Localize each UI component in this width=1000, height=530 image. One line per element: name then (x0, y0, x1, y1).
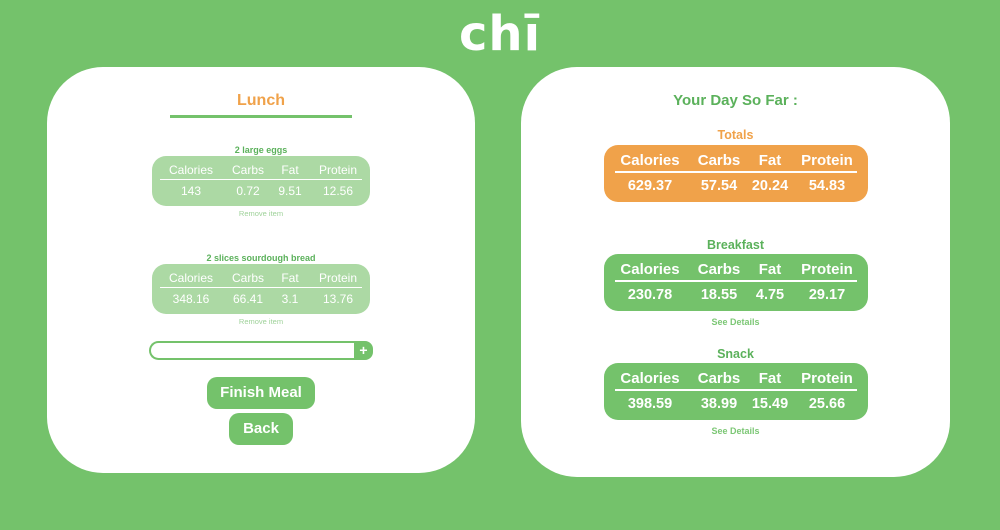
carbs-header: Carbs (231, 271, 264, 285)
protein-header: Protein (318, 163, 358, 177)
app-logo: chī (458, 6, 542, 62)
fat-value: 20.24 (751, 178, 789, 194)
carbs-header: Carbs (231, 163, 264, 177)
finish-meal-button[interactable]: Finish Meal (207, 377, 315, 409)
header-divider (615, 280, 857, 282)
carbs-value: 38.99 (700, 396, 738, 412)
nutrient-header-row: Calories Carbs Fat Protein (610, 261, 862, 278)
protein-header: Protein (318, 271, 358, 285)
calories-header: Calories (620, 370, 680, 387)
nutrient-header-row: Calories Carbs Fat Protein (610, 152, 862, 169)
remove-item-link[interactable]: Remove item (47, 317, 475, 326)
calories-header: Calories (620, 261, 680, 278)
fat-header: Fat (281, 163, 299, 177)
calories-value: 230.78 (627, 287, 673, 303)
carbs-header: Carbs (697, 152, 741, 169)
back-button[interactable]: Back (229, 413, 293, 445)
fat-header: Fat (758, 261, 782, 278)
summary-card-snack: Calories Carbs Fat Protein 398.59 38.99 … (604, 363, 868, 420)
protein-value: 13.76 (322, 292, 354, 306)
carbs-value: 18.55 (700, 287, 738, 303)
fat-value: 15.49 (751, 396, 789, 412)
meal-panel: Lunch 2 large eggs Calories Carbs Fat Pr… (47, 67, 475, 473)
remove-item-link[interactable]: Remove item (47, 209, 475, 218)
summary-title-snack: Snack (717, 347, 754, 361)
header-divider (160, 287, 362, 288)
day-summary-panel: Your Day So Far : Totals Calories Carbs … (521, 67, 950, 477)
nutrient-values-row: 143 0.72 9.51 12.56 (156, 184, 366, 198)
protein-value: 54.83 (808, 178, 846, 194)
calories-header: Calories (168, 271, 213, 285)
fat-header: Fat (281, 271, 299, 285)
calories-value: 143 (180, 184, 202, 198)
add-food-button[interactable]: + (354, 341, 373, 360)
calories-value: 398.59 (627, 396, 673, 412)
meal-title: Lunch (170, 92, 352, 118)
protein-header: Protein (801, 370, 853, 387)
carbs-value: 0.72 (236, 184, 260, 198)
see-details-link-breakfast[interactable]: See Details (521, 317, 950, 327)
fat-value: 4.75 (755, 287, 785, 303)
food-item-card: Calories Carbs Fat Protein 143 0.72 9.51… (152, 156, 370, 206)
header-divider (615, 389, 857, 391)
fat-header: Fat (758, 370, 782, 387)
protein-value: 29.17 (808, 287, 846, 303)
fat-value: 9.51 (278, 184, 302, 198)
fat-header: Fat (758, 152, 782, 169)
carbs-value: 57.54 (700, 178, 738, 194)
header-divider (160, 179, 362, 180)
carbs-value: 66.41 (232, 292, 264, 306)
nutrient-values-row: 348.16 66.41 3.1 13.76 (156, 292, 366, 306)
header-divider (615, 171, 857, 173)
see-details-link-snack[interactable]: See Details (521, 426, 950, 436)
summary-title-breakfast: Breakfast (707, 238, 764, 252)
summary-card-breakfast: Calories Carbs Fat Protein 230.78 18.55 … (604, 254, 868, 311)
food-item-name: 2 large eggs (234, 145, 288, 155)
food-item-name: 2 slices sourdough bread (206, 253, 316, 263)
add-food-row: + (149, 341, 373, 360)
add-food-input[interactable] (149, 341, 358, 360)
protein-value: 12.56 (322, 184, 354, 198)
protein-value: 25.66 (808, 396, 846, 412)
calories-value: 348.16 (172, 292, 210, 306)
nutrient-values-row: 398.59 38.99 15.49 25.66 (610, 396, 862, 412)
calories-header: Calories (168, 163, 213, 177)
calories-header: Calories (620, 152, 680, 169)
summary-title-totals: Totals (717, 128, 754, 142)
carbs-header: Carbs (697, 370, 741, 387)
protein-header: Protein (801, 261, 853, 278)
nutrient-header-row: Calories Carbs Fat Protein (156, 163, 366, 177)
nutrient-values-row: 230.78 18.55 4.75 29.17 (610, 287, 862, 303)
nutrient-header-row: Calories Carbs Fat Protein (610, 370, 862, 387)
day-summary-title: Your Day So Far : (673, 92, 798, 109)
nutrient-header-row: Calories Carbs Fat Protein (156, 271, 366, 285)
fat-value: 3.1 (281, 292, 299, 306)
summary-card-totals: Calories Carbs Fat Protein 629.37 57.54 … (604, 145, 868, 202)
protein-header: Protein (801, 152, 853, 169)
food-item-card: Calories Carbs Fat Protein 348.16 66.41 … (152, 264, 370, 314)
calories-value: 629.37 (627, 178, 673, 194)
nutrient-values-row: 629.37 57.54 20.24 54.83 (610, 178, 862, 194)
carbs-header: Carbs (697, 261, 741, 278)
